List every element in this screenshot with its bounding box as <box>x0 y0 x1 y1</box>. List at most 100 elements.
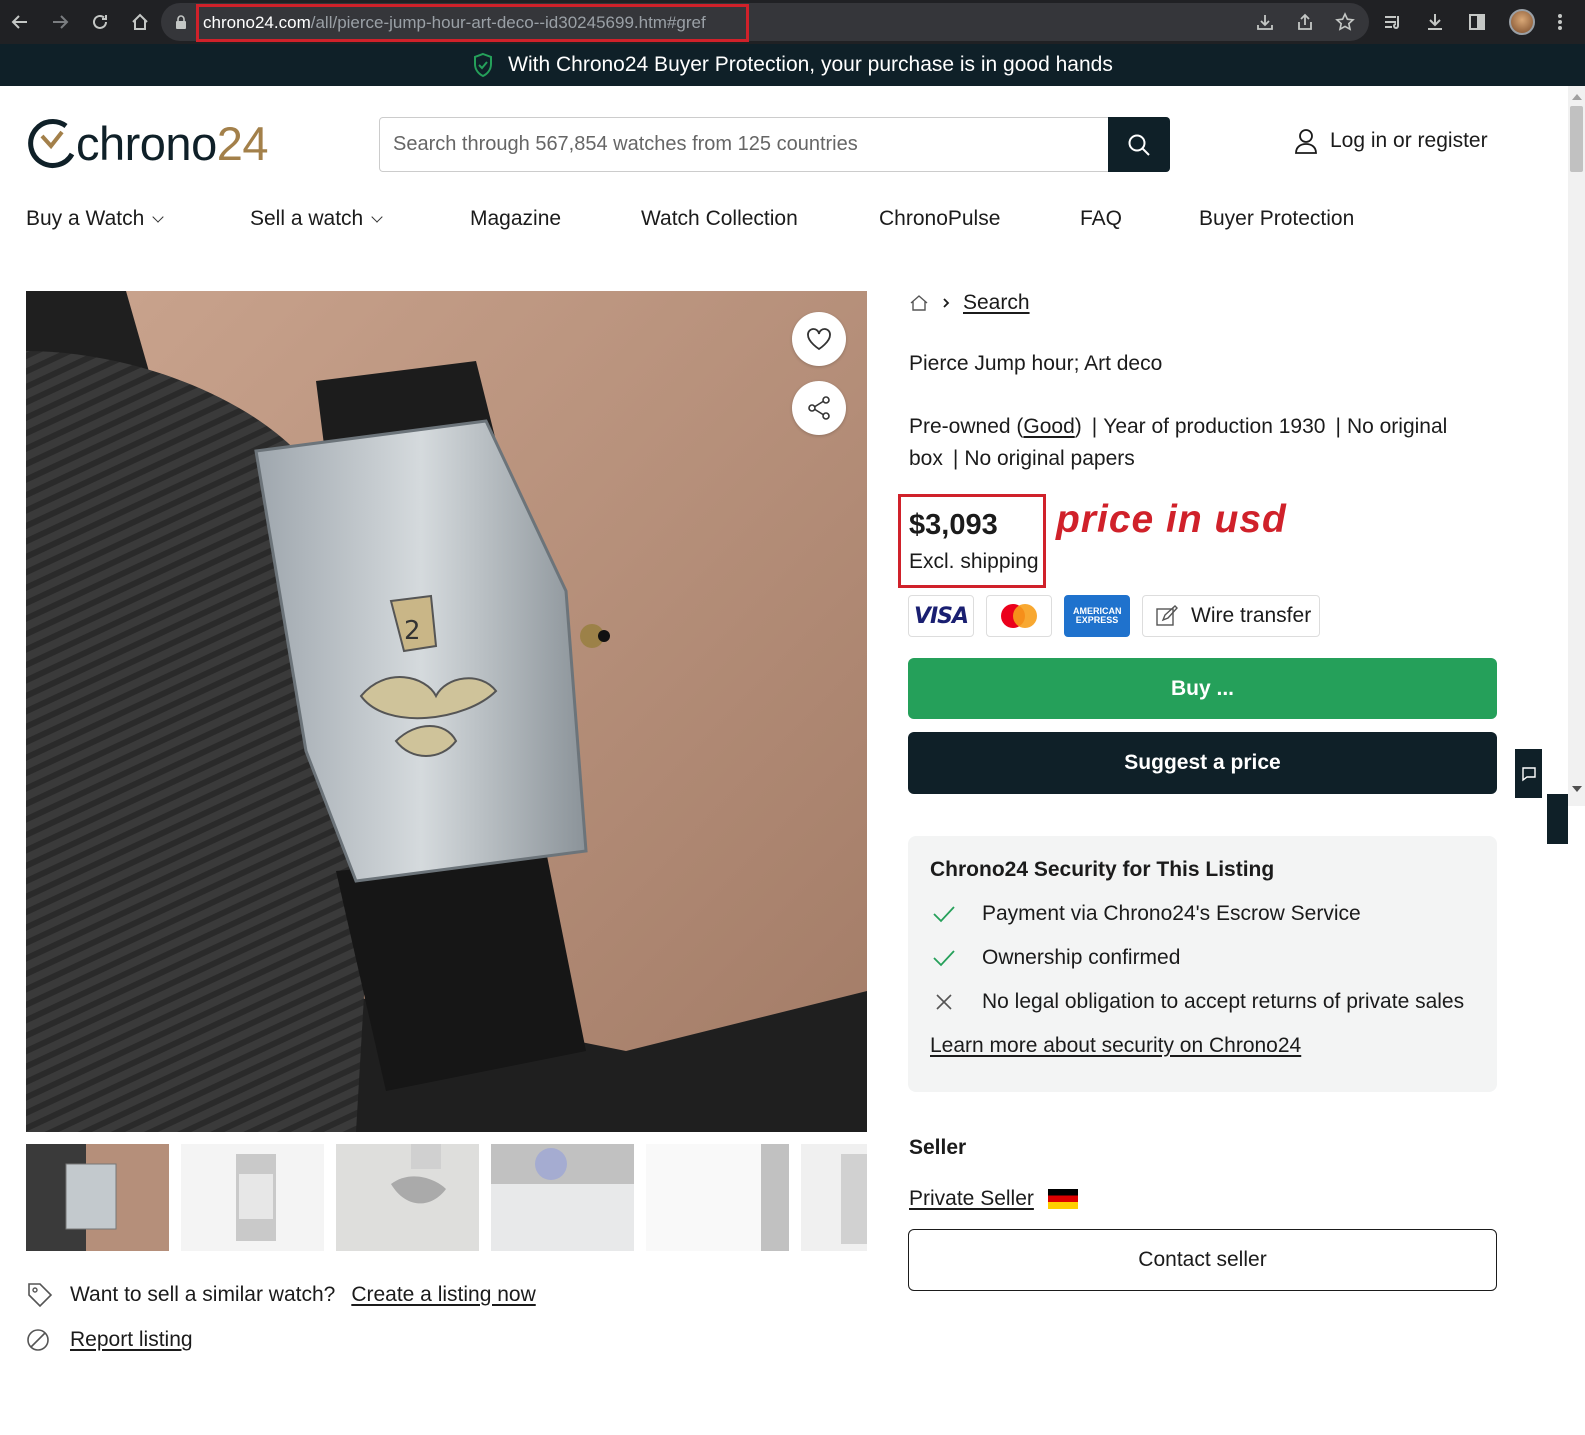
home-icon[interactable] <box>120 0 160 44</box>
download-icon[interactable] <box>1425 12 1445 32</box>
back-icon[interactable] <box>0 0 40 44</box>
search-button[interactable] <box>1108 117 1170 172</box>
thumbnail-4[interactable] <box>491 1144 634 1251</box>
scroll-down-icon[interactable] <box>1572 786 1582 792</box>
nav-faq[interactable]: FAQ <box>1080 207 1122 231</box>
breadcrumb: Search <box>909 291 1030 315</box>
nav-sell-a-watch[interactable]: Sell a watch <box>250 207 383 231</box>
papers-info: No original papers <box>964 447 1135 470</box>
listing-title: Pierce Jump hour; Art deco <box>909 352 1163 375</box>
home-breadcrumb-icon[interactable] <box>909 294 929 312</box>
chevron-right-icon <box>943 298 950 308</box>
profile-avatar[interactable] <box>1509 9 1535 35</box>
condition-link[interactable]: Good <box>1023 415 1074 438</box>
chevron-down-icon <box>152 210 164 223</box>
side-widget[interactable] <box>1547 794 1568 844</box>
create-listing-link[interactable]: Create a listing now <box>351 1283 535 1307</box>
contact-seller-button[interactable]: Contact seller <box>908 1229 1497 1291</box>
nav-buyer-protection[interactable]: Buyer Protection <box>1199 207 1354 231</box>
scroll-up-icon[interactable] <box>1572 94 1582 100</box>
seller-heading: Seller <box>909 1136 967 1159</box>
thumbnail-strip <box>26 1144 867 1251</box>
login-link[interactable]: Log in or register <box>1294 128 1488 154</box>
svg-text:2: 2 <box>404 616 421 646</box>
sell-prompt-text: Want to sell a similar watch? <box>70 1283 336 1306</box>
amex-icon: AMERICAN EXPRESS <box>1064 595 1130 637</box>
price-block: $3,093 Excl. shipping <box>898 494 1046 588</box>
suggest-price-button[interactable]: Suggest a price <box>908 732 1497 794</box>
thumbnail-2[interactable] <box>181 1144 324 1251</box>
report-listing-row: Report listing <box>26 1328 193 1352</box>
main-product-image[interactable]: 2 <box>26 291 867 1132</box>
logo-clock-icon <box>28 119 75 168</box>
price-annotation: price in usd <box>1056 498 1287 541</box>
buy-button[interactable]: Buy ... <box>908 658 1497 719</box>
chevron-down-icon <box>371 210 383 223</box>
security-learn-more-link[interactable]: Learn more about security on Chrono24 <box>930 1034 1301 1058</box>
nav-watch-collection[interactable]: Watch Collection <box>641 207 798 231</box>
thumbnail-1[interactable] <box>26 1144 169 1251</box>
close-icon <box>930 993 958 1011</box>
browser-toolbar: chrono24.com/all/pierce-jump-hour-art-de… <box>0 0 1585 44</box>
seller-info: Private Seller <box>909 1187 1078 1211</box>
year-of-production: Year of production 1930 <box>1103 415 1326 438</box>
user-icon <box>1295 129 1317 154</box>
page-scrollbar[interactable] <box>1568 86 1585 806</box>
heart-icon <box>807 328 831 351</box>
report-listing-link[interactable]: Report listing <box>70 1328 193 1352</box>
share-button[interactable] <box>792 381 846 435</box>
payment-methods: VISA AMERICAN EXPRESS Wire transfer <box>908 595 1321 637</box>
wire-transfer-badge: Wire transfer <box>1142 595 1321 637</box>
seller-name-link[interactable]: Private Seller <box>909 1187 1034 1211</box>
breadcrumb-search-link[interactable]: Search <box>963 291 1030 315</box>
pen-paper-icon <box>1156 605 1178 626</box>
security-panel: Chrono24 Security for This Listing Payme… <box>908 836 1497 1092</box>
share-nodes-icon <box>808 396 830 420</box>
search-input[interactable] <box>380 118 1108 171</box>
sell-similar-prompt: Want to sell a similar watch? Create a l… <box>26 1281 536 1309</box>
sidepanel-icon[interactable] <box>1467 12 1487 32</box>
thumbnail-5[interactable] <box>646 1144 789 1251</box>
nav-chronopulse[interactable]: ChronoPulse <box>879 207 1000 231</box>
search-icon <box>1128 134 1150 156</box>
reload-icon[interactable] <box>80 0 120 44</box>
media-icon[interactable] <box>1383 12 1403 32</box>
shield-check-icon <box>474 52 493 78</box>
search-bar <box>379 117 1170 172</box>
favorite-button[interactable] <box>792 312 846 366</box>
prohibited-icon <box>27 1329 49 1351</box>
share-icon[interactable] <box>1295 12 1315 32</box>
thumbnail-3[interactable] <box>336 1144 479 1251</box>
scroll-thumb[interactable] <box>1570 106 1583 172</box>
security-item: Payment via Chrono24's Escrow Service <box>930 901 1475 926</box>
menu-icon[interactable] <box>1557 12 1563 32</box>
url-text[interactable]: chrono24.com/all/pierce-jump-hour-art-de… <box>196 4 749 42</box>
star-icon[interactable] <box>1335 12 1355 32</box>
check-icon <box>930 949 958 967</box>
check-icon <box>930 905 958 923</box>
lock-icon <box>176 15 186 29</box>
mastercard-icon <box>986 595 1052 637</box>
germany-flag-icon <box>1047 1189 1078 1209</box>
chat-icon <box>1521 766 1536 781</box>
chrono24-logo[interactable]: chrono24 <box>26 112 269 174</box>
security-item: No legal obligation to accept returns of… <box>930 989 1475 1014</box>
nav-magazine[interactable]: Magazine <box>470 207 561 231</box>
logo-number: 24 <box>216 116 269 170</box>
feedback-tab[interactable] <box>1515 749 1542 798</box>
visa-icon: VISA <box>908 595 974 637</box>
login-label: Log in or register <box>1330 129 1488 152</box>
forward-icon[interactable] <box>40 0 80 44</box>
banner-text: With Chrono24 Buyer Protection, your pur… <box>508 53 1113 76</box>
buyer-protection-banner[interactable]: With Chrono24 Buyer Protection, your pur… <box>0 44 1585 86</box>
shipping-note: Excl. shipping <box>909 550 1039 573</box>
price-value: $3,093 <box>909 509 998 541</box>
security-title: Chrono24 Security for This Listing <box>930 858 1275 881</box>
tag-icon <box>28 1283 53 1308</box>
nav-buy-a-watch[interactable]: Buy a Watch <box>26 207 164 231</box>
logo-text: chrono <box>76 116 217 170</box>
install-icon[interactable] <box>1255 12 1275 32</box>
thumbnail-6[interactable] <box>801 1144 867 1251</box>
address-bar[interactable]: chrono24.com/all/pierce-jump-hour-art-de… <box>161 3 1369 42</box>
security-item: Ownership confirmed <box>930 945 1475 970</box>
